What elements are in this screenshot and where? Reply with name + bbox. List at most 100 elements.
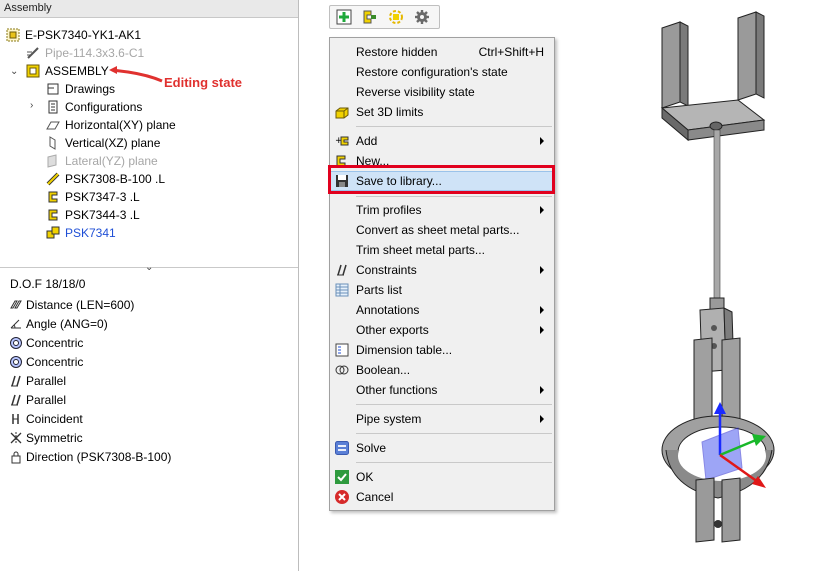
tree-item-subassembly[interactable]: PSK7341: [46, 224, 116, 242]
submenu-arrow-icon: [540, 386, 544, 394]
menu-item-trim-sheet-metal[interactable]: Trim sheet metal parts...: [330, 240, 554, 260]
menu-item-ok[interactable]: OK: [330, 467, 554, 487]
menu-item-restore-configuration[interactable]: Restore configuration's state: [330, 62, 554, 82]
tree-item-part[interactable]: PSK7347-3 .L: [46, 188, 140, 206]
assembly-icon: [363, 10, 376, 24]
tree-item-assembly[interactable]: ASSEMBLY: [26, 62, 109, 80]
menu-item-solve[interactable]: Solve: [330, 438, 554, 458]
menu-item-add[interactable]: + Add: [330, 131, 554, 151]
menu-separator: [356, 433, 552, 434]
highlight-box: [328, 165, 555, 194]
tree-item-label: Horizontal(XY) plane: [65, 118, 176, 132]
menu-item-label: Dimension table...: [356, 343, 453, 357]
constraint-item[interactable]: Concentric: [9, 353, 83, 371]
constraint-label: Coincident: [26, 412, 83, 426]
constraint-label: Parallel: [26, 393, 67, 407]
tree-item-pipe[interactable]: Pipe-114.3x3.6-C1: [26, 44, 144, 62]
menu-item-label: Pipe system: [356, 412, 422, 426]
solve-icon: [335, 441, 349, 455]
menu-item-trim-profiles[interactable]: Trim profiles: [330, 200, 554, 220]
part-icon: [48, 191, 58, 203]
tree-item-label: ASSEMBLY: [45, 64, 109, 78]
add-green-icon: [336, 9, 352, 25]
menu-item-label: Trim profiles: [356, 203, 422, 217]
constraint-item[interactable]: Concentric: [9, 334, 83, 352]
tree-item-vertical-plane[interactable]: Vertical(XZ) plane: [46, 134, 160, 152]
chevron-down-icon[interactable]: ⌄: [10, 66, 18, 77]
constraint-item[interactable]: Angle (ANG=0): [9, 315, 108, 333]
checkmark-icon: [335, 470, 349, 484]
drawings-icon: [47, 83, 59, 95]
constraint-label: Angle (ANG=0): [26, 317, 108, 331]
menu-item-label: Set 3D limits: [356, 105, 424, 119]
menu-item-constraints[interactable]: Constraints: [330, 260, 554, 280]
part-icon: [48, 209, 58, 221]
gear-icon: [415, 10, 429, 24]
constraint-item[interactable]: Parallel: [9, 372, 66, 390]
boolean-icon: [335, 365, 349, 375]
constraint-item[interactable]: Distance (LEN=600): [9, 296, 134, 314]
menu-item-cancel[interactable]: Cancel: [330, 487, 554, 507]
editing-arrow-icon: [109, 66, 163, 83]
constraint-label: Concentric: [26, 355, 84, 369]
tree-item-part[interactable]: PSK7308-B-100 .L: [46, 170, 165, 188]
submenu-arrow-icon: [540, 415, 544, 423]
menu-separator: [356, 404, 552, 405]
constraint-item[interactable]: Coincident: [9, 410, 83, 428]
menu-item-other-functions[interactable]: Other functions: [330, 380, 554, 400]
constraint-label: Distance (LEN=600): [26, 298, 135, 312]
menu-item-restore-hidden[interactable]: Restore hidden Ctrl+Shift+H: [330, 42, 554, 62]
settings-button[interactable]: [411, 7, 433, 27]
distance-icon: [10, 300, 22, 309]
menu-item-label: Solve: [356, 441, 387, 455]
plane-icon: [49, 136, 56, 150]
add-part-icon: +: [335, 136, 349, 146]
tree-item-drawings[interactable]: Drawings: [46, 80, 115, 98]
symmetric-icon: [10, 432, 22, 444]
tree-item-configurations[interactable]: Configurations: [46, 98, 142, 116]
menu-item-parts-list[interactable]: Parts list: [330, 280, 554, 300]
menu-item-convert-sheet-metal[interactable]: Convert as sheet metal parts...: [330, 220, 554, 240]
menu-item-dimension-table[interactable]: Dimension table...: [330, 340, 554, 360]
menu-item-label: Restore hidden: [356, 45, 438, 59]
menu-item-label: Annotations: [356, 303, 420, 317]
menu-item-boolean[interactable]: Boolean...: [330, 360, 554, 380]
concentric-icon: [10, 337, 22, 349]
constraint-item[interactable]: Symmetric: [9, 429, 83, 447]
tree-root[interactable]: E-PSK7340-YK1-AK1: [6, 26, 141, 44]
part-tool-button[interactable]: [385, 7, 407, 27]
menu-item-reverse-visibility[interactable]: Reverse visibility state: [330, 82, 554, 102]
constraint-item[interactable]: Direction (PSK7308-B-100): [9, 448, 171, 466]
menu-item-set-3d-limits[interactable]: Set 3D limits: [330, 102, 554, 122]
menu-separator: [356, 462, 552, 463]
assembly-tool-button[interactable]: [359, 7, 381, 27]
constraint-label: Direction (PSK7308-B-100): [26, 450, 172, 464]
menu-item-label: Other functions: [356, 383, 438, 397]
floating-toolbar: [329, 5, 440, 29]
tree-item-horizontal-plane[interactable]: Horizontal(XY) plane: [46, 116, 176, 134]
submenu-arrow-icon: [540, 266, 544, 274]
add-button[interactable]: [333, 7, 355, 27]
menu-item-other-exports[interactable]: Other exports: [330, 320, 554, 340]
tree-item-lateral-plane[interactable]: Lateral(YZ) plane: [46, 152, 158, 170]
assembly-panel: Assembly E-PSK7340-YK1-AK1 Pipe-114.3x3.…: [0, 0, 299, 571]
menu-item-annotations[interactable]: Annotations: [330, 300, 554, 320]
menu-item-label: Reverse visibility state: [356, 85, 475, 99]
assembly-tree: E-PSK7340-YK1-AK1 Pipe-114.3x3.6-C1 ⌄ AS…: [0, 18, 298, 273]
panel-title: Assembly: [0, 0, 298, 18]
menu-item-pipe-system[interactable]: Pipe system: [330, 409, 554, 429]
tree-item-label: Lateral(YZ) plane: [65, 154, 158, 168]
menu-item-label: Restore configuration's state: [356, 65, 508, 79]
submenu-arrow-icon: [540, 137, 544, 145]
assembly-icon: [26, 64, 40, 78]
chevron-right-icon[interactable]: ›: [30, 100, 33, 111]
context-menu: Restore hidden Ctrl+Shift+H Restore conf…: [329, 37, 555, 511]
menu-item-label: Other exports: [356, 323, 429, 337]
menu-item-label: Convert as sheet metal parts...: [356, 223, 520, 237]
lock-icon: [11, 451, 21, 464]
dof-header: D.O.F 18/18/0: [10, 277, 86, 291]
constraint-label: Symmetric: [26, 431, 83, 445]
constraint-item[interactable]: Parallel: [9, 391, 66, 409]
menu-item-label: Cancel: [356, 490, 394, 504]
tree-item-part[interactable]: PSK7344-3 .L: [46, 206, 140, 224]
